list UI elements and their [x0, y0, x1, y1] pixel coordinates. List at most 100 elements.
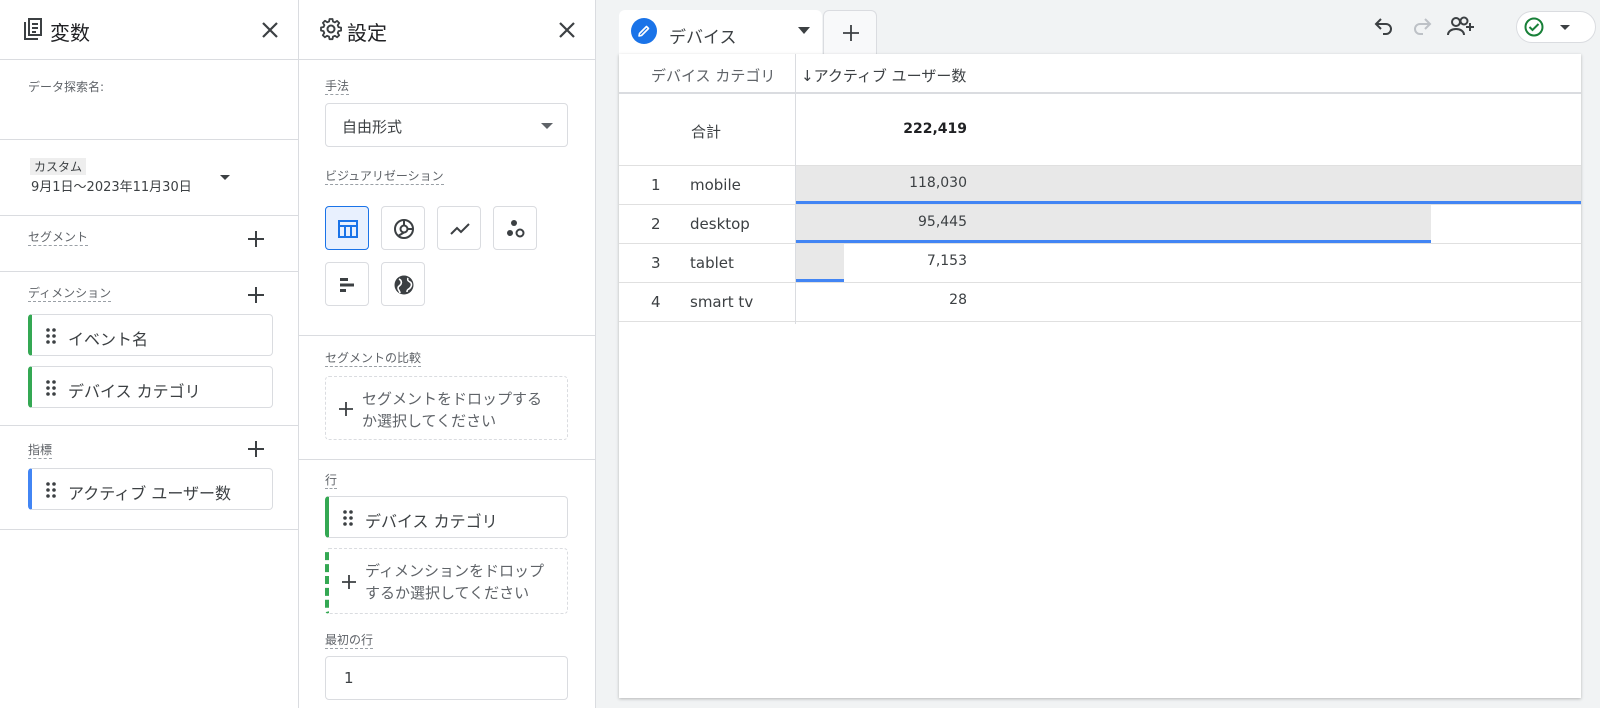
dimension-chip-label: イベント名	[68, 330, 149, 349]
technique-select[interactable]: 自由形式	[325, 103, 568, 147]
gear-icon	[320, 18, 342, 41]
date-dropdown-caret-icon[interactable]	[220, 175, 230, 181]
viz-table-button[interactable]	[325, 206, 369, 250]
exploration-name-section: データ探索名:	[0, 60, 298, 140]
tab-edit-badge[interactable]	[631, 18, 657, 44]
row-index: 2	[651, 215, 661, 233]
undo-icon[interactable]	[1372, 14, 1396, 38]
table-row[interactable]: 3 tablet 7,153	[619, 244, 1581, 283]
tab-device[interactable]: デバイス	[619, 10, 822, 54]
close-variables-icon[interactable]	[258, 18, 282, 42]
column-header-dimension[interactable]: デバイス カテゴリ	[651, 65, 775, 86]
value-bar-underline	[796, 279, 844, 282]
column-divider	[795, 54, 796, 324]
drag-handle-icon[interactable]	[46, 482, 56, 498]
add-metric-icon[interactable]	[244, 437, 268, 461]
variables-panel: 変数 データ探索名: カスタム 9月1日～2023年11月30日 セグメント デ…	[0, 0, 299, 708]
visualization-label: ビジュアリゼーション	[325, 169, 444, 185]
table-row[interactable]: 4 smart tv 28	[619, 283, 1581, 322]
tab-dropdown-icon[interactable]	[798, 27, 810, 35]
redo-icon[interactable]	[1410, 14, 1434, 38]
date-range-text: 9月1日～2023年11月30日	[31, 180, 192, 195]
dimension-dropzone[interactable]: ディメンションをドロップ するか選択してください	[325, 548, 568, 614]
column-header-metric[interactable]: ↓アクティブ ユーザー数	[801, 65, 966, 86]
bar-chart-icon	[340, 278, 354, 292]
first-row-value: 1	[344, 669, 354, 687]
rows-label: 行	[325, 473, 338, 489]
viz-scatter-button[interactable]	[493, 206, 537, 250]
total-value: 222,419	[903, 121, 967, 137]
row-metric-value: 28	[949, 292, 967, 308]
pencil-icon	[638, 25, 650, 37]
technique-section: 手法 自由形式 ビジュアリゼーション	[299, 60, 595, 336]
segment-dropzone-text-2: か選択してください	[362, 412, 497, 430]
row-dimension-value: tablet	[690, 254, 734, 272]
globe-icon	[394, 275, 414, 295]
date-range-section[interactable]: カスタム 9月1日～2023年11月30日	[0, 140, 298, 216]
row-metric-value: 95,445	[918, 214, 967, 230]
drag-handle-icon[interactable]	[46, 380, 56, 396]
row-index: 4	[651, 293, 661, 311]
variables-list-icon	[24, 18, 42, 40]
share-user-icon[interactable]	[1447, 14, 1475, 38]
table-row[interactable]: 1 mobile 118,030	[619, 166, 1581, 205]
metrics-section: 指標 アクティブ ユーザー数	[0, 426, 298, 530]
table-row[interactable]: 2 desktop 95,445	[619, 205, 1581, 244]
viz-donut-button[interactable]	[381, 206, 425, 250]
status-menu-button[interactable]	[1516, 11, 1596, 43]
table-icon	[338, 220, 358, 238]
metrics-label: 指標	[28, 443, 53, 459]
row-index: 3	[651, 254, 661, 272]
donut-chart-icon	[394, 219, 414, 239]
row-dimension-value: mobile	[690, 176, 741, 194]
scatter-icon	[507, 220, 525, 238]
viz-bar-button[interactable]	[325, 262, 369, 306]
dimensions-label: ディメンション	[28, 286, 112, 302]
settings-header: 設定	[299, 0, 595, 60]
value-bar-underline	[796, 201, 1581, 204]
line-chart-icon	[450, 223, 470, 235]
report-table: デバイス カテゴリ ↓アクティブ ユーザー数 合計 222,419 1 mobil…	[619, 54, 1581, 698]
metric-chip-label: アクティブ ユーザー数	[68, 484, 232, 503]
check-circle-icon	[1524, 17, 1544, 37]
dimension-chip-label: デバイス カテゴリ	[68, 382, 201, 401]
segment-dropzone[interactable]: セグメントをドロップする か選択してください	[325, 376, 568, 440]
row-dimension-value: smart tv	[690, 293, 754, 311]
technique-label: 手法	[325, 79, 350, 95]
add-dimension-icon[interactable]	[244, 283, 268, 307]
date-range-badge: カスタム	[30, 158, 87, 175]
tab-label: デバイス	[669, 28, 737, 48]
dimension-chip[interactable]: デバイス カテゴリ	[28, 366, 273, 408]
settings-title: 設定	[347, 21, 387, 45]
total-row: 合計 222,419	[619, 94, 1581, 166]
table-header: デバイス カテゴリ ↓アクティブ ユーザー数	[619, 54, 1581, 94]
add-icon	[339, 402, 353, 416]
dimensions-section: ディメンション イベント名 デバイス カテゴリ	[0, 272, 298, 426]
main-canvas-area: デバイス デバイス カテゴリ ↓アクティブ ユーザー数 合計 222,419 1…	[619, 0, 1600, 708]
add-segment-icon[interactable]	[244, 227, 268, 251]
drag-handle-icon[interactable]	[343, 510, 353, 526]
viz-line-button[interactable]	[437, 206, 481, 250]
segment-compare-section: セグメントの比較 セグメントをドロップする か選択してください	[299, 336, 595, 460]
segments-label: セグメント	[28, 230, 89, 246]
segment-compare-label: セグメントの比較	[325, 351, 422, 367]
close-settings-icon[interactable]	[555, 18, 579, 42]
first-row-input[interactable]: 1	[325, 656, 568, 700]
dimension-chip[interactable]: イベント名	[28, 314, 273, 356]
segments-section: セグメント	[0, 216, 298, 272]
rows-section: 行 デバイス カテゴリ ディメンションをドロップ するか選択してください 最初の…	[299, 460, 595, 708]
dimension-dropzone-text-2: するか選択してください	[365, 584, 530, 602]
total-label: 合計	[691, 123, 722, 141]
add-tab-button[interactable]	[823, 10, 877, 54]
row-index: 1	[651, 176, 661, 194]
add-icon	[342, 575, 356, 589]
row-dimension-value: desktop	[690, 215, 750, 233]
chevron-down-icon	[1560, 25, 1570, 30]
row-dimension-chip[interactable]: デバイス カテゴリ	[325, 496, 568, 538]
technique-select-value: 自由形式	[342, 118, 403, 136]
row-metric-value: 7,153	[926, 253, 967, 269]
drag-handle-icon[interactable]	[46, 328, 56, 344]
viz-geo-button[interactable]	[381, 262, 425, 306]
variables-header: 変数	[0, 0, 298, 60]
metric-chip[interactable]: アクティブ ユーザー数	[28, 468, 273, 510]
